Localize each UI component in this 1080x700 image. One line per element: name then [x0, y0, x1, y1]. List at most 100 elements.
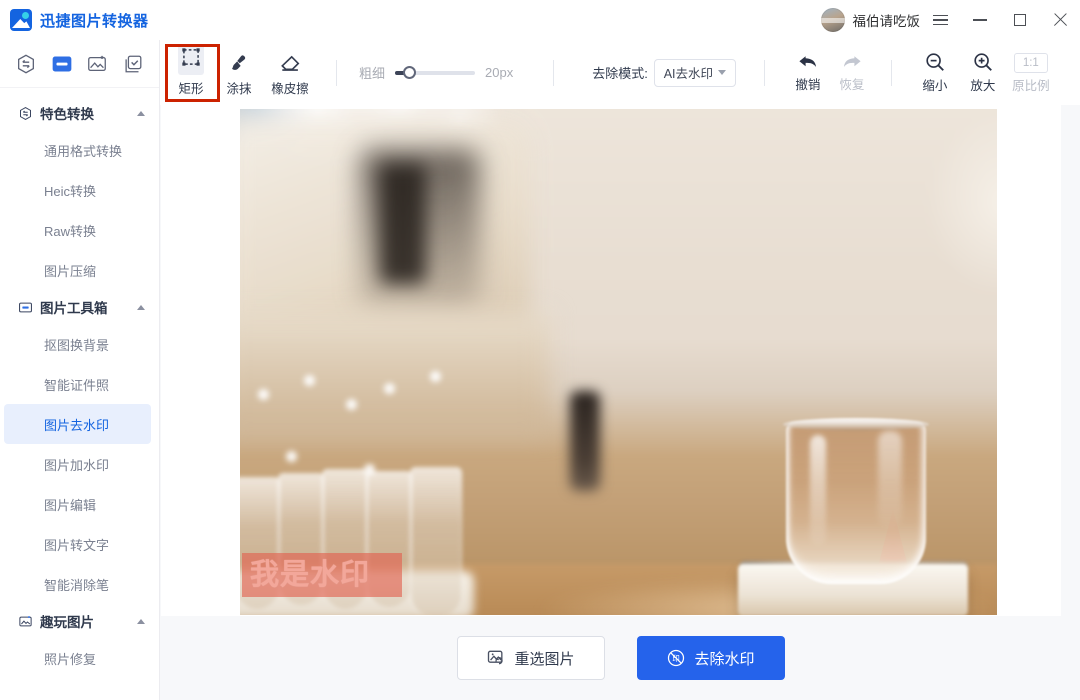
sidebar-icon-batch[interactable]: [121, 52, 145, 76]
sidebar-group-title: 特色转换: [40, 107, 94, 122]
watermark-text: 我是水印: [250, 559, 371, 591]
chevron-up-icon: [137, 110, 145, 116]
zoom-in-label: 放大: [970, 79, 996, 93]
main-menu-button[interactable]: [920, 0, 960, 40]
chevron-down-icon: [718, 70, 726, 75]
sidebar-item-smart-eraser[interactable]: 智能消除笔: [0, 564, 159, 604]
image-refresh-icon: [488, 650, 504, 665]
zoom-controls: 缩小 放大 1:1 原比例: [912, 51, 1054, 94]
hamburger-icon: [932, 14, 948, 26]
tool-rectangle[interactable]: 矩形: [168, 43, 214, 101]
sidebar-item-photo-repair[interactable]: 照片修复: [0, 638, 159, 678]
thickness-value: 20px: [485, 65, 514, 80]
sidebar-item-cutout-background[interactable]: 抠图换背景: [0, 324, 159, 364]
maximize-button[interactable]: [1000, 0, 1040, 40]
tool-eraser[interactable]: 橡皮擦: [264, 45, 316, 101]
removal-mode-control: 去除模式: AI去水印: [592, 58, 736, 87]
removal-mode-select[interactable]: AI去水印: [653, 58, 736, 87]
sidebar-item-add-watermark[interactable]: 图片加水印: [0, 444, 159, 484]
tool-brush[interactable]: 涂抹: [216, 45, 262, 101]
redo-arrow-icon: [843, 56, 861, 67]
brush-icon: [232, 54, 246, 70]
sidebar-item-image-compress[interactable]: 图片压缩: [0, 250, 159, 290]
sidebar-item-general-convert[interactable]: 通用格式转换: [0, 130, 159, 170]
image-sparkle-icon: [88, 55, 107, 71]
sidebar-icon-convert[interactable]: [14, 52, 38, 76]
sidebar-group-title: 趣玩图片: [40, 615, 94, 630]
close-icon: [1053, 13, 1068, 27]
toolbar-divider-4: [890, 59, 892, 86]
editor-toolbar: 矩形 涂抹 橡皮擦 粗细 20px 去除模式: AI去水印 撤销 恢复 缩小 放…: [160, 40, 1080, 105]
removal-mode-value: AI去水印: [663, 67, 713, 81]
eraser-icon: [281, 55, 300, 71]
avatar[interactable]: [820, 8, 845, 32]
sidebar-item-remove-watermark[interactable]: 图片去水印: [4, 404, 151, 444]
redo-label: 恢复: [839, 78, 865, 92]
watermark-selection-region[interactable]: 我是水印: [242, 553, 402, 597]
svg-text:印: 印: [673, 654, 681, 663]
app-title: 迅捷图片转换器: [40, 12, 149, 30]
zoom-out-icon: [926, 53, 944, 71]
sidebar-item-heic-convert[interactable]: Heic转换: [0, 170, 159, 210]
action-bar: 重选图片 印 去除水印: [161, 616, 1080, 700]
minimize-button[interactable]: [960, 0, 1000, 40]
editor-canvas[interactable]: 我是水印: [161, 105, 1061, 616]
batch-check-icon: [125, 55, 142, 72]
sidebar-icon-funimage[interactable]: [85, 52, 109, 76]
maximize-icon: [1014, 14, 1026, 26]
sidebar-item-image-to-text[interactable]: 图片转文字: [0, 524, 159, 564]
username-label[interactable]: 福伯请吃饭: [853, 10, 921, 30]
toolbox-icon: [52, 55, 71, 72]
title-bar: 迅捷图片转换器 福伯请吃饭: [0, 0, 1080, 40]
sidebar-item-raw-convert[interactable]: Raw转换: [0, 210, 159, 250]
chevron-up-icon: [137, 618, 145, 624]
sidebar-item-image-edit[interactable]: 图片编辑: [0, 484, 159, 524]
no-watermark-icon: 印: [668, 649, 685, 667]
redo-button[interactable]: 恢复: [831, 52, 873, 93]
minimize-icon: [973, 19, 987, 21]
original-ratio-button[interactable]: 1:1 原比例: [1008, 53, 1054, 94]
remove-watermark-button[interactable]: 印 去除水印: [636, 636, 785, 680]
zoom-in-button[interactable]: 放大: [960, 51, 1006, 94]
image-sparkle-icon: [19, 615, 32, 626]
undo-label: 撤销: [795, 78, 821, 92]
zoom-out-button[interactable]: 缩小: [912, 51, 958, 94]
app-logo-icon: [10, 9, 32, 31]
sidebar-icon-toolbox[interactable]: [50, 52, 74, 76]
title-bar-right: 福伯请吃饭: [820, 0, 1080, 40]
photo-dark-shape: [380, 164, 426, 284]
thickness-control: 粗细 20px: [359, 63, 513, 82]
undo-button[interactable]: 撤销: [787, 52, 829, 93]
toolbar-divider-3: [763, 59, 765, 86]
reselect-image-label: 重选图片: [514, 650, 575, 668]
preview-image[interactable]: 我是水印: [240, 109, 997, 615]
undo-arrow-icon: [799, 56, 816, 67]
app-window: 迅捷图片转换器 福伯请吃饭 特色转换 通用格式转换 Heic转换 Raw转换 图…: [0, 0, 1080, 700]
close-button[interactable]: [1040, 0, 1080, 40]
toolbox-icon: [19, 302, 32, 312]
remove-watermark-label: 去除水印: [694, 650, 755, 668]
sidebar-group-header-featured[interactable]: 特色转换: [0, 96, 159, 130]
tool-label: 矩形: [178, 81, 204, 96]
chevron-up-icon: [137, 304, 145, 310]
sidebar-group-header-toolbox[interactable]: 图片工具箱: [0, 290, 159, 324]
tool-label: 橡皮擦: [271, 81, 309, 96]
reselect-image-button[interactable]: 重选图片: [456, 636, 605, 680]
zoom-in-icon: [974, 53, 992, 71]
sidebar-item-id-photo[interactable]: 智能证件照: [0, 364, 159, 404]
sidebar-group-header-funimage[interactable]: 趣玩图片: [0, 604, 159, 638]
sidebar: 特色转换 通用格式转换 Heic转换 Raw转换 图片压缩 图片工具箱 抠图换背…: [0, 40, 160, 700]
thickness-slider-thumb[interactable]: [403, 65, 417, 79]
sidebar-group-title: 图片工具箱: [40, 301, 108, 316]
toolbar-divider-2: [553, 59, 555, 86]
toolbar-divider-1: [336, 59, 337, 86]
sidebar-icon-row: [0, 40, 159, 88]
tool-label: 涂抹: [226, 81, 252, 96]
zoom-out-label: 缩小: [922, 79, 948, 93]
thickness-label: 粗细: [359, 66, 386, 81]
convert-hex-icon: [20, 106, 31, 120]
ratio-badge: 1:1: [1013, 53, 1048, 73]
removal-mode-label: 去除模式:: [592, 66, 648, 81]
thickness-slider[interactable]: [395, 65, 476, 79]
photo-bottle: [570, 391, 600, 491]
